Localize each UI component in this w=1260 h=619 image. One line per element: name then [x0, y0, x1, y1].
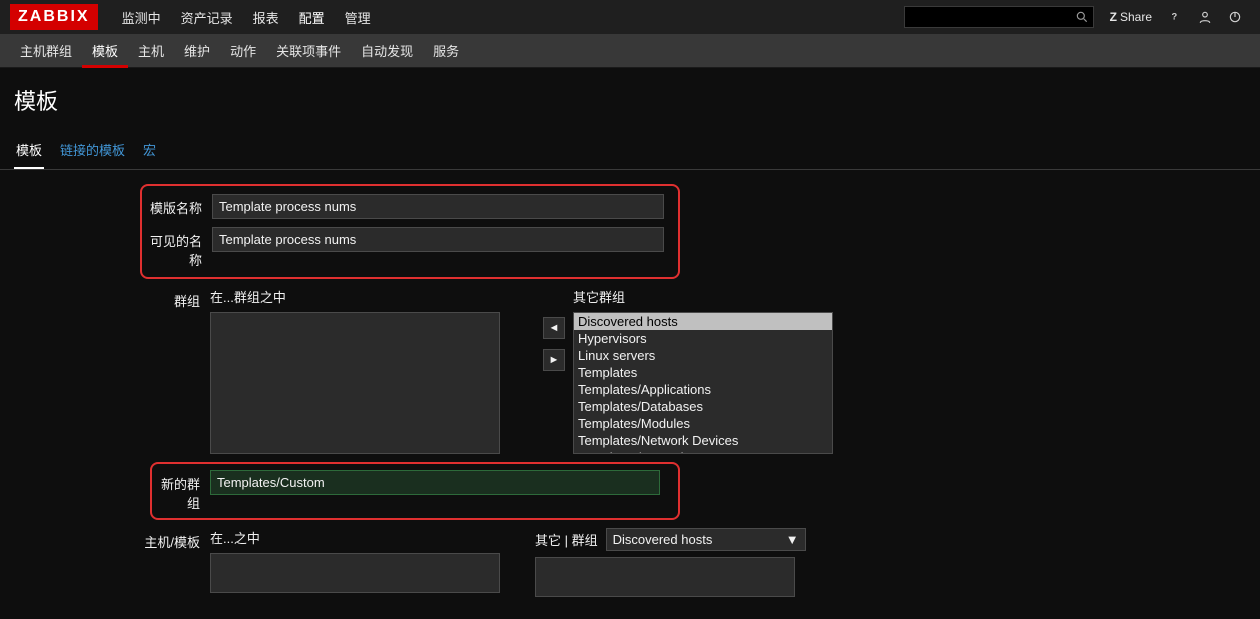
- other-group-item[interactable]: Templates: [574, 364, 832, 381]
- share-link[interactable]: ZShare: [1102, 4, 1160, 30]
- move-left-button[interactable]: ◄: [543, 317, 565, 339]
- subnav-services[interactable]: 服务: [423, 33, 469, 68]
- other-groups-listbox[interactable]: Discovered hostsHypervisorsLinux servers…: [573, 312, 833, 454]
- hosts-in-listbox[interactable]: [210, 553, 500, 593]
- groups-label: 群组: [0, 287, 210, 310]
- in-groups-listbox[interactable]: [210, 312, 500, 454]
- new-group-label: 新的群组: [158, 470, 210, 512]
- other-group-item[interactable]: Templates/Databases: [574, 398, 832, 415]
- highlight-box-names: 模版名称 可见的名称: [140, 184, 680, 279]
- subnav-actions[interactable]: 动作: [220, 33, 266, 68]
- move-right-button[interactable]: ►: [543, 349, 565, 371]
- nav-monitoring[interactable]: 监测中: [112, 0, 171, 35]
- host-template-label: 主机/模板: [0, 528, 210, 551]
- visible-name-label: 可见的名称: [150, 227, 212, 269]
- help-icon[interactable]: ?: [1160, 4, 1190, 30]
- subnav-maintenance[interactable]: 维护: [174, 33, 220, 68]
- page-title: 模板: [0, 68, 1260, 132]
- subnav-templates[interactable]: 模板: [82, 33, 128, 68]
- other-group-item[interactable]: Templates/Operating Systems: [574, 449, 832, 454]
- form-tabs: 模板 链接的模板 宏: [0, 132, 1260, 170]
- tab-macros[interactable]: 宏: [141, 132, 158, 169]
- other-group-label2: 其它 | 群组: [535, 530, 598, 549]
- other-group-item[interactable]: Hypervisors: [574, 330, 832, 347]
- other-group-select-value: Discovered hosts: [613, 532, 713, 547]
- search-input[interactable]: [904, 6, 1094, 28]
- top-navigation: ZABBIX 监测中 资产记录 报表 配置 管理 ZShare ?: [0, 0, 1260, 34]
- other-group-item[interactable]: Linux servers: [574, 347, 832, 364]
- nav-administration[interactable]: 管理: [335, 0, 381, 35]
- tab-template[interactable]: 模板: [14, 132, 44, 169]
- other-group-select[interactable]: Discovered hosts ▼: [606, 528, 806, 551]
- other-group-item[interactable]: Templates/Network Devices: [574, 432, 832, 449]
- subnav-hosts[interactable]: 主机: [128, 33, 174, 68]
- form-area: 模版名称 可见的名称 群组 在...群组之中 ◄ ► 其它群组: [0, 170, 1260, 619]
- other-groups-label: 其它群组: [573, 287, 833, 312]
- template-name-input[interactable]: [212, 194, 664, 219]
- other-group-item[interactable]: Templates/Modules: [574, 415, 832, 432]
- subnav-hostgroups[interactable]: 主机群组: [10, 33, 82, 68]
- nav-configuration[interactable]: 配置: [289, 0, 335, 35]
- user-icon[interactable]: [1190, 4, 1220, 30]
- new-group-input[interactable]: [210, 470, 660, 495]
- other-group-item[interactable]: Discovered hosts: [574, 313, 832, 330]
- other-group-item[interactable]: Templates/Applications: [574, 381, 832, 398]
- in-label: 在...之中: [210, 528, 535, 553]
- chevron-down-icon: ▼: [786, 532, 799, 547]
- zabbix-logo[interactable]: ZABBIX: [10, 4, 98, 30]
- sub-navigation: 主机群组 模板 主机 维护 动作 关联项事件 自动发现 服务: [0, 34, 1260, 68]
- nav-reports[interactable]: 报表: [243, 0, 289, 35]
- template-name-label: 模版名称: [150, 194, 212, 217]
- subnav-discovery[interactable]: 自动发现: [351, 33, 423, 68]
- subnav-correlation[interactable]: 关联项事件: [266, 33, 351, 68]
- visible-name-input[interactable]: [212, 227, 664, 252]
- svg-text:?: ?: [1172, 11, 1178, 21]
- tab-linked-templates[interactable]: 链接的模板: [58, 132, 127, 169]
- other-hosts-listbox[interactable]: [535, 557, 795, 597]
- highlight-box-newgroup: 新的群组: [150, 462, 680, 520]
- nav-inventory[interactable]: 资产记录: [171, 0, 243, 35]
- in-group-label: 在...群组之中: [210, 287, 535, 312]
- power-icon[interactable]: [1220, 4, 1250, 30]
- search-icon: [1075, 10, 1089, 24]
